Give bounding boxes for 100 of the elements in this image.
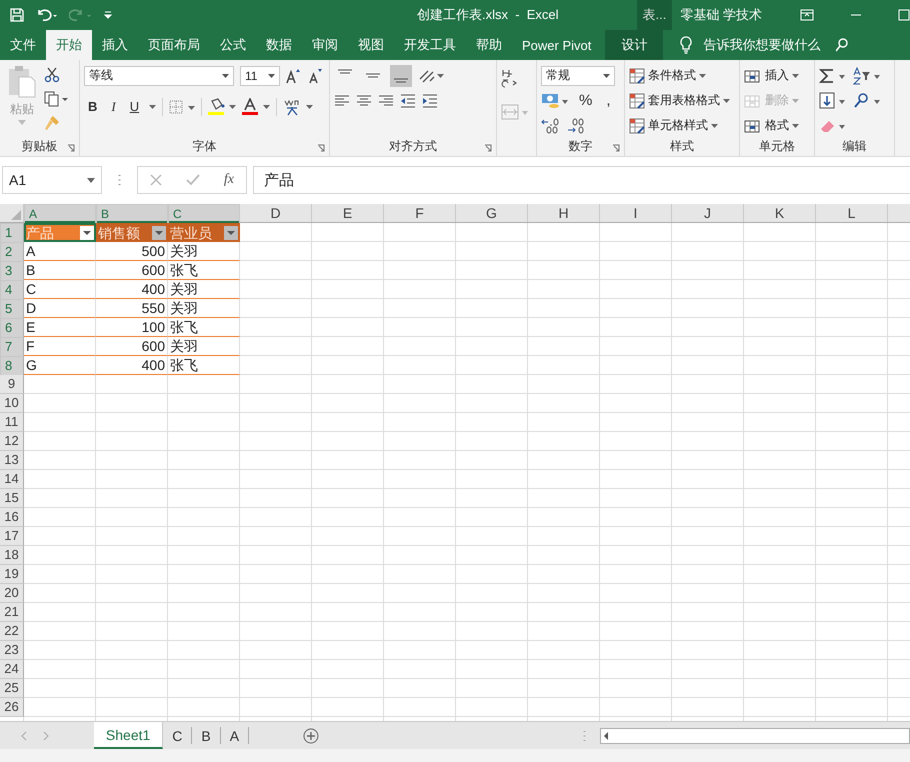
dialog-launcher-icon[interactable] xyxy=(317,144,325,152)
number-format-field[interactable]: 常规 xyxy=(541,66,615,86)
font-color-icon[interactable] xyxy=(242,98,270,116)
increase-font-size-icon[interactable] xyxy=(286,68,302,84)
fill-color-icon[interactable] xyxy=(208,98,236,116)
column-header[interactable]: F xyxy=(384,204,456,222)
column-header[interactable]: J xyxy=(672,204,744,222)
checkmark-icon[interactable] xyxy=(186,174,200,186)
ribbon-tab[interactable]: 公式 xyxy=(210,30,256,60)
ribbon-tab[interactable]: 数据 xyxy=(256,30,302,60)
row-header[interactable]: 25 xyxy=(0,679,24,698)
column-header[interactable]: H xyxy=(528,204,600,222)
row-header[interactable]: 26 xyxy=(0,698,24,717)
filter-dropdown-icon[interactable] xyxy=(224,226,238,240)
ribbon-tab[interactable]: 视图 xyxy=(348,30,394,60)
dialog-launcher-icon[interactable] xyxy=(484,144,492,152)
ribbon-tab[interactable]: 页面布局 xyxy=(138,30,210,60)
ribbon-tab[interactable]: 开发工具 xyxy=(394,30,466,60)
column-header[interactable]: K xyxy=(744,204,816,222)
search-icon[interactable] xyxy=(836,37,848,53)
format-toggle-button[interactable]: I xyxy=(107,98,120,114)
wrap-text-icon[interactable] xyxy=(501,68,519,88)
undo-icon[interactable] xyxy=(35,7,59,23)
decrease-indent-icon[interactable] xyxy=(400,94,416,108)
column-header[interactable]: G xyxy=(456,204,528,222)
column-header[interactable]: L xyxy=(816,204,888,222)
column-header[interactable]: A xyxy=(24,204,96,224)
row-header[interactable]: 2 xyxy=(0,242,24,262)
filter-dropdown-icon[interactable] xyxy=(80,226,94,240)
row-header[interactable]: 11 xyxy=(0,413,24,432)
row-header[interactable]: 10 xyxy=(0,394,24,413)
row-header[interactable]: 22 xyxy=(0,622,24,641)
decrease-font-size-icon[interactable] xyxy=(308,68,324,84)
format-toggle-button[interactable]: U xyxy=(126,99,144,114)
ribbon-tab[interactable]: 文件 xyxy=(0,30,46,60)
scissors-icon[interactable] xyxy=(44,67,60,83)
row-header[interactable]: 4 xyxy=(0,280,24,300)
row-header[interactable]: 19 xyxy=(0,565,24,584)
dialog-launcher-icon[interactable] xyxy=(612,144,620,152)
filter-dropdown-icon[interactable] xyxy=(152,226,166,240)
insert-function-button[interactable]: fx xyxy=(224,172,234,188)
caret-icon[interactable] xyxy=(149,104,156,108)
row-header[interactable]: 21 xyxy=(0,603,24,622)
row-header[interactable]: 16 xyxy=(0,508,24,527)
row-header[interactable]: 15 xyxy=(0,489,24,508)
align-left-icon[interactable] xyxy=(334,94,350,108)
increase-decimal-icon[interactable] xyxy=(541,118,561,134)
row-header[interactable]: 5 xyxy=(0,299,24,319)
customize-caret-icon[interactable] xyxy=(103,9,113,21)
row-header[interactable]: 17 xyxy=(0,527,24,546)
sheet-tab[interactable]: Sheet1 xyxy=(94,722,164,749)
ribbon-tab[interactable]: 插入 xyxy=(92,30,138,60)
format-toggle-button[interactable]: B xyxy=(84,99,102,114)
add-sheet-icon[interactable] xyxy=(303,728,319,744)
copy-icon[interactable] xyxy=(44,91,68,107)
row-header[interactable]: 18 xyxy=(0,546,24,565)
sheet-tab[interactable]: C xyxy=(163,727,192,744)
ribbon-tab[interactable]: 帮助 xyxy=(466,30,512,60)
row-header[interactable]: 6 xyxy=(0,318,24,338)
formula-input-field[interactable]: 产品 xyxy=(253,166,910,194)
ribbon-tab[interactable]: Power Pivot xyxy=(512,30,602,60)
row-header[interactable]: 3 xyxy=(0,261,24,281)
align-center-icon[interactable] xyxy=(356,94,372,108)
borders-icon[interactable] xyxy=(169,100,196,114)
save-icon[interactable] xyxy=(9,7,25,23)
sort-filter-icon[interactable] xyxy=(853,66,881,84)
currency-format-icon[interactable] xyxy=(541,92,569,110)
column-header[interactable]: C xyxy=(168,204,240,224)
row-header[interactable]: 14 xyxy=(0,470,24,489)
row-header[interactable]: 8 xyxy=(0,356,24,376)
style-command-button[interactable]: 套用表格格式 xyxy=(629,92,730,109)
user-name[interactable]: 零基础 学技术 xyxy=(672,6,782,24)
font-size-field[interactable]: 11 xyxy=(240,66,280,86)
sheet-tab[interactable]: B xyxy=(192,727,221,744)
row-header[interactable]: 1 xyxy=(0,223,24,243)
style-command-button[interactable]: 条件格式 xyxy=(629,67,706,84)
merge-cells-icon[interactable] xyxy=(501,104,529,120)
row-header[interactable]: 20 xyxy=(0,584,24,603)
column-header[interactable]: E xyxy=(312,204,384,222)
cells-command-button[interactable]: 格式 xyxy=(744,117,799,134)
column-header[interactable]: B xyxy=(96,204,168,224)
font-name-field[interactable]: 等线 xyxy=(84,66,234,86)
row-header[interactable]: 9 xyxy=(0,375,24,394)
vertical-align-button[interactable] xyxy=(390,64,412,86)
row-header[interactable]: 13 xyxy=(0,451,24,470)
row-header[interactable]: 7 xyxy=(0,337,24,357)
sheet-tab[interactable]: A xyxy=(220,727,250,744)
align-right-icon[interactable] xyxy=(378,94,394,108)
ribbon-tab[interactable]: 审阅 xyxy=(302,30,348,60)
horizontal-scrollbar[interactable] xyxy=(600,728,910,744)
number-style-button[interactable]: % xyxy=(575,92,596,109)
number-style-button[interactable]: , xyxy=(602,92,615,109)
row-header[interactable]: 24 xyxy=(0,660,24,679)
ribbon-display-icon[interactable] xyxy=(800,9,814,21)
ribbon-tab[interactable]: 设计 xyxy=(605,30,664,60)
name-box[interactable]: A1 xyxy=(2,166,102,194)
increase-indent-icon[interactable] xyxy=(422,94,438,108)
search-icon[interactable] xyxy=(853,92,881,110)
ribbon-tab[interactable]: 开始 xyxy=(46,30,92,60)
cells-command-button[interactable]: 插入 xyxy=(744,67,799,84)
